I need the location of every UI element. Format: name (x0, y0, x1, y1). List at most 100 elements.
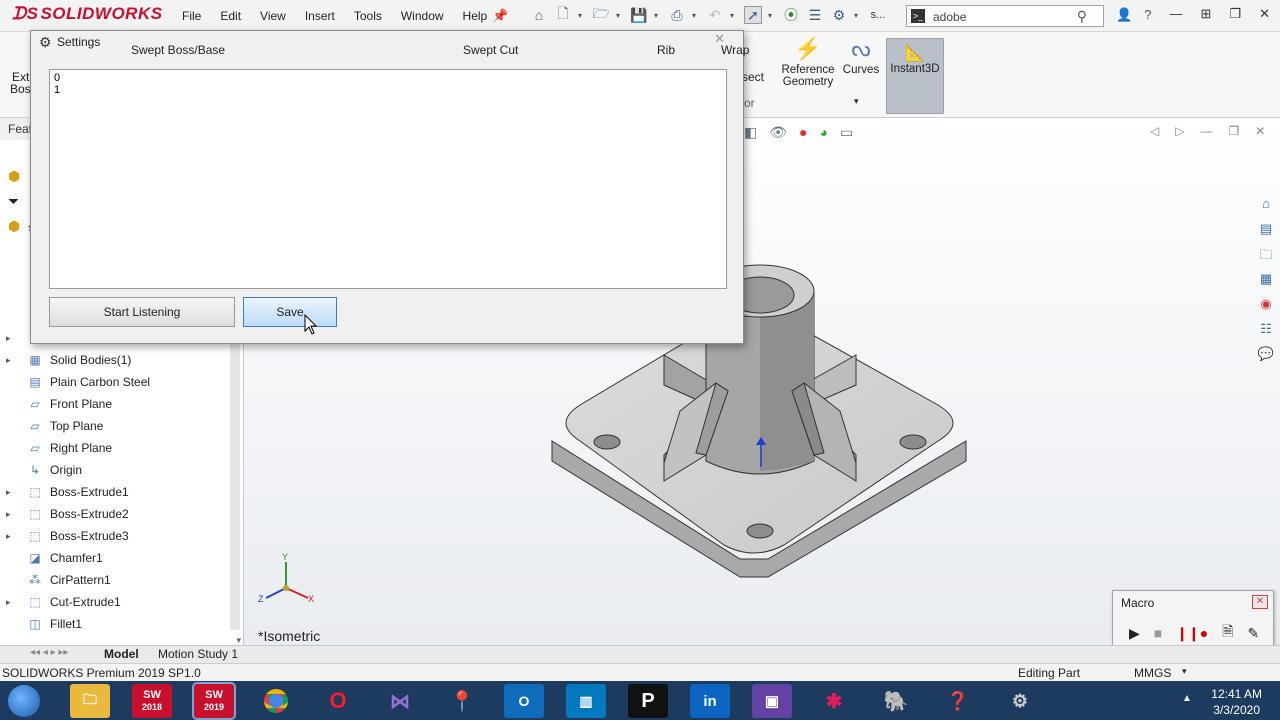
swept-boss-label[interactable]: Swept Boss/Base (131, 43, 225, 57)
chevron-down-icon[interactable]: ▾ (578, 11, 586, 20)
macro-run-icon[interactable]: ▶ (1129, 625, 1140, 642)
menu-window[interactable]: Window (401, 9, 453, 23)
chrome-taskbar-icon[interactable] (256, 684, 296, 718)
solidworks-2019-taskbar-icon[interactable]: SW 2019 (192, 682, 236, 720)
tray-expand-icon[interactable]: ▲ (1182, 693, 1192, 704)
tree-item[interactable]: ▸ ▦ Solid Bodies(1) (0, 349, 232, 371)
menu-insert[interactable]: Insert (305, 9, 344, 23)
expand-icon[interactable]: ▸ (6, 355, 20, 366)
chevron-down-icon[interactable]: ▾ (616, 11, 624, 20)
user-icon[interactable]: 👤 (1116, 7, 1132, 23)
undo-icon[interactable]: ↶ (706, 6, 724, 24)
search-input[interactable]: adobe (933, 10, 966, 24)
restore-icon[interactable]: ❐ (1229, 6, 1241, 22)
viewport-minimize-icon[interactable]: — (1200, 124, 1212, 138)
wrap-label[interactable]: Wrap (721, 43, 749, 57)
design-library-icon[interactable]: ▤ (1256, 221, 1276, 239)
reference-geometry-button[interactable]: ⚡ Reference Geometry (778, 36, 838, 88)
viewport-close-icon[interactable]: ✕ (1255, 124, 1265, 138)
macro-edit-icon[interactable]: ✎ (1247, 625, 1259, 642)
tree-item[interactable]: ↳ Origin (0, 459, 232, 481)
tree-item[interactable]: ⁂ CirPattern1 (0, 569, 232, 591)
search-scope-label[interactable]: s... (868, 6, 888, 24)
chevron-down-icon[interactable]: ▾ (854, 11, 862, 20)
file-explorer-taskbar-icon[interactable]: 🗀 (70, 684, 110, 718)
tile-icon[interactable]: ⊞ (1201, 6, 1212, 22)
tree-item[interactable]: ▱ Top Plane (0, 415, 232, 437)
instant3d-button[interactable]: 📐 Instant3D (886, 38, 944, 114)
evernote-taskbar-icon[interactable]: 🐘 (876, 684, 916, 718)
solidworks-tool-taskbar-icon[interactable]: ⚙ (1000, 684, 1040, 718)
swept-cut-label[interactable]: Swept Cut (463, 43, 518, 57)
linkedin-taskbar-icon[interactable]: in (690, 684, 730, 718)
macro-close-icon[interactable]: ✕ (1252, 595, 1268, 609)
maps-taskbar-icon[interactable]: 📍 (442, 684, 482, 718)
custom-properties-icon[interactable]: ☷ (1256, 321, 1276, 339)
tree-item[interactable]: ▸ ⬚ Boss-Extrude1 (0, 481, 232, 503)
filter-icon[interactable]: ⏷ (8, 193, 20, 210)
chevron-down-icon[interactable]: ▾ (768, 11, 776, 20)
tree-item[interactable]: ▸ ⬚ Boss-Extrude3 (0, 525, 232, 547)
tree-item[interactable]: ▱ Right Plane (0, 437, 232, 459)
new-file-icon[interactable]: 🗋 (554, 5, 572, 24)
file-properties-icon[interactable]: ☰ (806, 6, 824, 24)
pandora-taskbar-icon[interactable]: P (628, 684, 668, 718)
expand-icon[interactable]: ▸ (6, 333, 20, 344)
print-icon[interactable]: ⎙ (668, 6, 686, 24)
expand-icon[interactable]: ▸ (6, 487, 20, 498)
chevron-down-icon[interactable]: ▾ (692, 11, 700, 20)
search-box[interactable]: >_ adobe ⚲ (906, 5, 1104, 27)
status-units[interactable]: MMGS (1134, 666, 1171, 680)
chevron-down-icon[interactable]: ▾ (854, 96, 859, 107)
select-arrow-icon[interactable]: ➚ (744, 6, 762, 24)
tab-motion-study[interactable]: Motion Study 1 (158, 647, 238, 661)
tree-item[interactable]: ◫ Fillet1 (0, 613, 232, 635)
chevron-down-icon[interactable]: ▾ (730, 11, 738, 20)
home-icon[interactable]: ⌂ (530, 6, 548, 24)
slack-taskbar-icon[interactable]: ✱ (814, 684, 854, 718)
tab-nav-icons[interactable]: ◂◂ ◂ ▸ ▸▸ (30, 647, 68, 658)
macro-new-icon[interactable]: 🗎 (1222, 621, 1233, 645)
start-listening-button[interactable]: Start Listening (49, 297, 235, 327)
feature-icon[interactable]: ⬢ (8, 168, 20, 185)
expand-icon[interactable]: ▸ (6, 509, 20, 520)
solidworks-logo[interactable]: ᗪS SOLIDWORKS (12, 4, 163, 24)
forum-icon[interactable]: 💬 (1256, 346, 1276, 364)
trello-taskbar-icon[interactable]: ▥ (566, 684, 606, 718)
start-button[interactable] (8, 685, 40, 717)
open-folder-icon[interactable]: 🗁 (592, 5, 610, 24)
viewport-next-icon[interactable]: ▷ (1175, 124, 1184, 138)
visual-studio-taskbar-icon[interactable]: ⋈ (380, 684, 420, 718)
pin-icon[interactable]: 📌 (492, 8, 508, 24)
traffic-light-icon[interactable]: ⦿ (782, 6, 800, 24)
sw-resources-icon[interactable]: ⌂ (1256, 196, 1276, 214)
search-icon[interactable]: ⚲ (1077, 8, 1087, 25)
view-palette-icon[interactable]: ▦ (1256, 271, 1276, 289)
options-gear-icon[interactable]: ⚙ (830, 6, 848, 24)
viewport-prev-icon[interactable]: ◁ (1150, 124, 1159, 138)
menu-file[interactable]: File (182, 9, 210, 23)
expand-icon[interactable]: ▸ (6, 531, 20, 542)
tree-item[interactable]: ▸ ⬚ Boss-Extrude2 (0, 503, 232, 525)
hide-show-icon[interactable]: 👁 (769, 124, 787, 141)
help-icon[interactable]: ? (1144, 7, 1151, 23)
view-settings-icon[interactable]: ▭ (840, 124, 853, 141)
close-icon[interactable]: ✕ (1259, 6, 1270, 22)
macro-record-icon[interactable]: ❙❙● (1176, 625, 1208, 642)
part-icon[interactable]: ⬢ (8, 218, 20, 235)
menu-edit[interactable]: Edit (220, 9, 250, 23)
tree-item[interactable]: ▤ Plain Carbon Steel (0, 371, 232, 393)
appearance-icon[interactable]: ● (799, 124, 807, 141)
output-textbox[interactable] (49, 69, 727, 289)
tab-model[interactable]: Model (104, 647, 139, 661)
save-button[interactable]: Save (243, 297, 337, 327)
curves-button[interactable]: ᔓ Curves (842, 36, 880, 76)
menu-tools[interactable]: Tools (354, 9, 391, 23)
twitch-taskbar-icon[interactable]: ▣ (752, 684, 792, 718)
minimize-icon[interactable]: — (1170, 6, 1183, 22)
macro-stop-icon[interactable]: ■ (1154, 625, 1162, 641)
opera-taskbar-icon[interactable]: O (318, 684, 358, 718)
viewport-restore-icon[interactable]: ❐ (1228, 124, 1239, 138)
expand-icon[interactable]: ▸ (6, 597, 20, 608)
tree-item[interactable]: ◪ Chamfer1 (0, 547, 232, 569)
